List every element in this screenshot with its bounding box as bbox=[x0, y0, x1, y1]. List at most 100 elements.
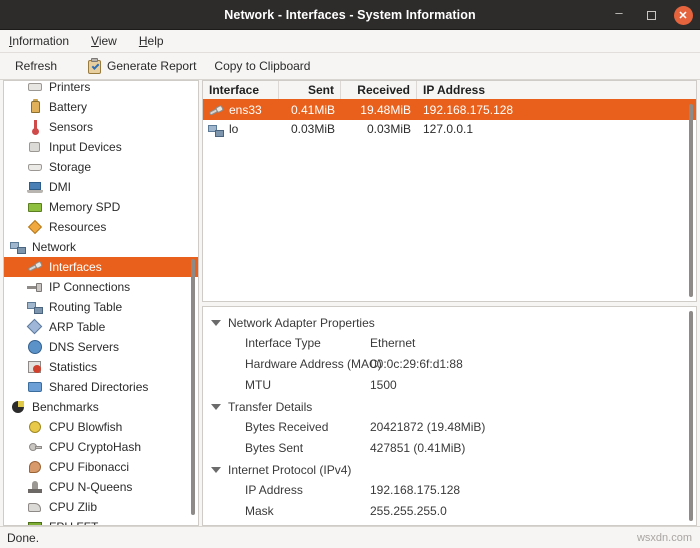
column-header-interface[interactable]: Interface bbox=[203, 81, 279, 99]
copy-to-clipboard-button[interactable]: Copy to Clipboard bbox=[207, 55, 317, 77]
sidebar-item-label: CPU CryptoHash bbox=[49, 440, 141, 454]
sidebar-item-label: DNS Servers bbox=[49, 340, 119, 354]
details-tree: Network Adapter Properties Interface Type… bbox=[203, 307, 696, 526]
title-bar: Network - Interfaces - System Informatio… bbox=[0, 0, 700, 30]
details-group-header[interactable]: Network Adapter Properties bbox=[203, 312, 696, 333]
sidebar-item-storage[interactable]: Storage bbox=[4, 157, 198, 177]
sidebar-item-benchmarks[interactable]: Benchmarks bbox=[4, 397, 198, 417]
sidebar-item-cpu-blowfish[interactable]: CPU Blowfish bbox=[4, 417, 198, 437]
close-button[interactable]: ✕ bbox=[672, 4, 694, 26]
sidebar-item-label: Sensors bbox=[49, 120, 93, 134]
details-group-title: Transfer Details bbox=[228, 400, 312, 414]
sidebar-item-cpu-zlib[interactable]: CPU Zlib bbox=[4, 497, 198, 517]
cell-received: 19.48MiB bbox=[341, 101, 417, 120]
right-pane: Interface Sent Received IP Address ens33… bbox=[202, 80, 697, 526]
details-row[interactable]: MTU1500 bbox=[203, 375, 696, 396]
sidebar-item-cpu-fibonacci[interactable]: CPU Fibonacci bbox=[4, 457, 198, 477]
details-scrollbar[interactable] bbox=[689, 311, 693, 521]
column-header-sent[interactable]: Sent bbox=[279, 81, 341, 99]
sidebar[interactable]: Printers Battery Sensors Input DevicesStora… bbox=[3, 80, 199, 526]
menu-bar: Information View Help bbox=[0, 30, 700, 53]
details-group-header[interactable]: Transfer Details bbox=[203, 396, 696, 417]
menu-item-information[interactable]: Information bbox=[6, 32, 72, 50]
column-header-received[interactable]: Received bbox=[341, 81, 417, 99]
printer-icon bbox=[27, 80, 43, 95]
resources-icon bbox=[27, 219, 43, 235]
window-controls: – ✕ bbox=[608, 0, 694, 30]
details-row[interactable]: Hardware Address (MAC)00:0c:29:6f:d1:88 bbox=[203, 354, 696, 375]
sidebar-item-printers[interactable]: Printers bbox=[4, 80, 198, 97]
maximize-button[interactable] bbox=[640, 4, 662, 26]
table-scrollbar[interactable] bbox=[689, 104, 693, 297]
sidebar-item-routing-table[interactable]: Routing Table bbox=[4, 297, 198, 317]
sidebar-item-cpu-cryptohash[interactable]: CPU CryptoHash bbox=[4, 437, 198, 457]
sidebar-scrollbar[interactable] bbox=[191, 259, 195, 515]
details-row[interactable]: IP Address192.168.175.128 bbox=[203, 480, 696, 501]
details-row[interactable]: Bytes Sent427851 (0.41MiB) bbox=[203, 438, 696, 459]
input-device-icon bbox=[27, 139, 43, 155]
sidebar-item-memory-spd[interactable]: Memory SPD bbox=[4, 197, 198, 217]
details-row[interactable]: Mask255.255.255.0 bbox=[203, 501, 696, 522]
sidebar-item-label: CPU Fibonacci bbox=[49, 460, 129, 474]
sidebar-item-battery[interactable]: Battery bbox=[4, 97, 198, 117]
interface-icon bbox=[27, 259, 43, 275]
menu-item-view[interactable]: View bbox=[88, 32, 120, 50]
sidebar-item-interfaces[interactable]: Interfaces bbox=[4, 257, 198, 277]
sidebar-item-statistics[interactable]: Statistics bbox=[4, 357, 198, 377]
cell-interface-label: ens33 bbox=[229, 101, 262, 120]
network-icon bbox=[27, 299, 43, 315]
table-row[interactable]: ens330.41MiB19.48MiB192.168.175.128 bbox=[203, 101, 696, 120]
sidebar-item-label: IP Connections bbox=[49, 280, 130, 294]
sidebar-item-label: Resources bbox=[49, 220, 106, 234]
refresh-label: Refresh bbox=[15, 59, 57, 73]
sidebar-item-dmi[interactable]: DMI bbox=[4, 177, 198, 197]
menu-item-help[interactable]: Help bbox=[136, 32, 167, 50]
sidebar-item-dns-servers[interactable]: DNS Servers bbox=[4, 337, 198, 357]
minimize-button[interactable]: – bbox=[608, 4, 630, 26]
cell-sent: 0.41MiB bbox=[279, 101, 341, 120]
sidebar-item-resources[interactable]: Resources bbox=[4, 217, 198, 237]
status-bar: Done. wsxdn.com bbox=[0, 526, 700, 548]
sidebar-item-sensors[interactable]: Sensors bbox=[4, 117, 198, 137]
sidebar-item-fpu-fft[interactable]: FPU FFT bbox=[4, 517, 198, 526]
chess-queen-icon bbox=[27, 479, 43, 495]
sidebar-item-arp-table[interactable]: ARP Table bbox=[4, 317, 198, 337]
details-row[interactable]: Broadcast Address192.168.175.255 bbox=[203, 522, 696, 526]
copy-to-clipboard-label: Copy to Clipboard bbox=[214, 59, 310, 73]
details-row[interactable]: Bytes Received20421872 (19.48MiB) bbox=[203, 417, 696, 438]
main-content: Printers Battery Sensors Input DevicesStora… bbox=[0, 80, 700, 526]
fft-icon bbox=[27, 519, 43, 526]
column-header-ip-address[interactable]: IP Address bbox=[417, 81, 696, 99]
sidebar-item-input-devices[interactable]: Input Devices bbox=[4, 137, 198, 157]
chevron-down-icon[interactable] bbox=[211, 467, 221, 473]
interface-icon bbox=[208, 103, 224, 119]
sidebar-item-cpu-n-queens[interactable]: CPU N-Queens bbox=[4, 477, 198, 497]
loopback-icon bbox=[208, 122, 224, 138]
memory-chip-icon bbox=[27, 199, 43, 215]
minimize-icon: – bbox=[615, 6, 622, 25]
sidebar-item-network[interactable]: Network bbox=[4, 237, 198, 257]
sidebar-item-shared-directories[interactable]: Shared Directories bbox=[4, 377, 198, 397]
refresh-button[interactable]: Refresh bbox=[8, 55, 64, 77]
sidebar-item-label: Battery bbox=[49, 100, 87, 114]
generate-report-button[interactable]: Generate Report bbox=[80, 55, 203, 77]
sidebar-item-ip-connections[interactable]: IP Connections bbox=[4, 277, 198, 297]
table-row[interactable]: lo0.03MiB0.03MiB127.0.0.1 bbox=[203, 120, 696, 139]
sidebar-item-label: CPU N-Queens bbox=[49, 480, 132, 494]
plug-icon bbox=[27, 279, 43, 295]
sidebar-item-label: Benchmarks bbox=[32, 400, 99, 414]
details-group-header[interactable]: Internet Protocol (IPv4) bbox=[203, 459, 696, 480]
chevron-down-icon[interactable] bbox=[211, 320, 221, 326]
thermometer-icon bbox=[27, 119, 43, 135]
details-row[interactable]: Interface TypeEthernet bbox=[203, 333, 696, 354]
battery-icon bbox=[27, 99, 43, 115]
cell-interface-label: lo bbox=[229, 120, 238, 139]
sidebar-item-label: CPU Zlib bbox=[49, 500, 97, 514]
chevron-down-icon[interactable] bbox=[211, 404, 221, 410]
sidebar-item-label: Network bbox=[32, 240, 76, 254]
table-header-row: Interface Sent Received IP Address bbox=[203, 81, 696, 101]
sidebar-item-label: ARP Table bbox=[49, 320, 105, 334]
details-group-title: Network Adapter Properties bbox=[228, 316, 375, 330]
toolbar: Refresh Generate Report Copy to Clipboar… bbox=[0, 53, 700, 80]
sidebar-item-label: Routing Table bbox=[49, 300, 122, 314]
